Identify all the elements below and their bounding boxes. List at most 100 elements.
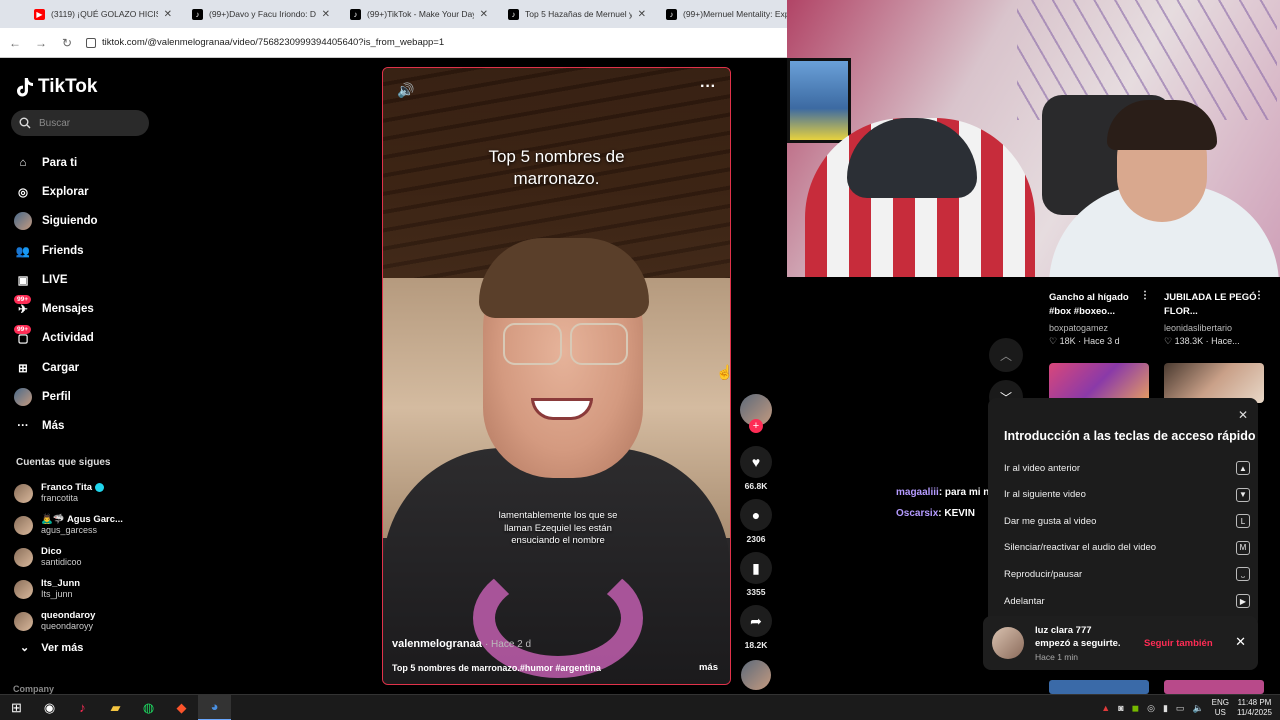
following-name: Franco Tita [41, 482, 93, 493]
sidebar-item-perfil[interactable]: Perfil [14, 382, 98, 411]
rec-card-2[interactable]: JUBILADA LE PEGÓ FLOR... leonidasliberta… [1164, 291, 1266, 347]
tab-close-icon[interactable]: ✕ [164, 9, 172, 20]
see-more-button[interactable]: ⌄ Ver más [20, 641, 83, 655]
search-placeholder: Buscar [39, 117, 71, 129]
heart-icon[interactable]: ♥ [740, 446, 772, 478]
video-username[interactable]: valenmelogranaa [392, 638, 482, 650]
following-name: queondaroy [41, 610, 96, 621]
tab-close-icon[interactable]: ✕ [480, 9, 488, 20]
browser-tab[interactable]: ♪ Top 5 Hazañas de Mernuel y Bo ✕ [498, 0, 656, 28]
search-icon [19, 117, 31, 129]
language-indicator[interactable]: ENG US [1212, 698, 1229, 718]
search-box[interactable]: Buscar [11, 110, 149, 136]
close-icon[interactable]: ✕ [1235, 634, 1246, 650]
rec-thumbnail[interactable] [1049, 680, 1149, 694]
back-icon[interactable]: ← [8, 36, 22, 50]
obs-icon[interactable]: ◉ [33, 695, 66, 720]
following-name-row: 🙇‍♂️🦈 Agus Garc... [41, 514, 123, 525]
youtube-icon: ▶ [34, 8, 45, 20]
comment-action[interactable]: ● 2306 [740, 499, 772, 544]
tab-close-icon[interactable]: ✕ [322, 9, 330, 20]
clock-time: 11:48 PM [1237, 698, 1272, 707]
home-icon: ⌂ [19, 156, 27, 169]
microphone-icon[interactable]: ▮ [1163, 703, 1168, 714]
music-disc-avatar[interactable] [741, 660, 771, 690]
sidebar-item-friends[interactable]: 👥 Friends [14, 236, 98, 265]
save-action[interactable]: ▮ 3355 [740, 552, 772, 597]
following-item[interactable]: Its_Junn Its_junn [14, 573, 123, 605]
tiktok-app-icon[interactable]: ♪ [66, 695, 99, 720]
follow-back-button[interactable]: Seguir también [1144, 638, 1213, 649]
tab-title: (99+)TikTok - Make Your Day [367, 9, 474, 19]
close-icon[interactable]: ✕ [1238, 408, 1248, 422]
nvidia-icon[interactable]: ◼ [1132, 703, 1139, 714]
video-author[interactable]: valenmelogranaa · Hace 2 d [392, 638, 531, 650]
tab-title: (99+)Davo y Facu Iriondo: Dive [209, 9, 316, 19]
sidebar-item-mensajes[interactable]: ✈ Mensajes 99+ [14, 294, 98, 323]
browser-tab[interactable]: ♪ (99+)TikTok - Make Your Day ✕ [340, 0, 498, 28]
network-icon[interactable]: ▭ [1176, 703, 1185, 714]
sidebar-item-explorar[interactable]: ◎ Explorar [14, 177, 98, 206]
tiktok-logo[interactable]: TikTok [16, 76, 97, 98]
spotify-icon[interactable]: ◍ [132, 695, 165, 720]
notification-avatar[interactable] [992, 627, 1024, 659]
stream-chat: magaaliii: para mi no Oscarsix: KEVIN [896, 484, 996, 522]
bookmark-icon[interactable]: ▮ [740, 552, 772, 584]
rec-thumbnail[interactable] [1164, 363, 1264, 403]
rec-thumbnail[interactable] [1164, 680, 1264, 694]
system-tray: ▲ ◙ ◼ ◎ ▮ ▭ 🔈 ENG US 11:48 PM 11/4/2025 [1101, 695, 1272, 720]
share-icon[interactable]: ➦ [740, 605, 772, 637]
file-explorer-icon[interactable]: ▰ [99, 695, 132, 720]
url-field[interactable]: tiktok.com/@valenmelogranaa/video/756823… [86, 37, 444, 48]
sidebar-item-para-ti[interactable]: ⌂ Para ti [14, 148, 98, 177]
discord-icon[interactable]: ◙ [1118, 703, 1123, 713]
volume-icon[interactable]: 🔊 [397, 82, 414, 99]
steam-icon[interactable]: ◎ [1147, 703, 1155, 714]
previous-video-button[interactable]: ︿ [989, 338, 1023, 372]
share-action[interactable]: ➦ 18.2K [740, 605, 772, 650]
video-actions: + ♥ 66.8K ● 2306 ▮ 3355 ➦ 18.2K [739, 394, 773, 690]
creator-avatar[interactable]: + [740, 394, 772, 433]
rec-more-icon[interactable]: ⋮ [1254, 290, 1264, 301]
video-player[interactable]: 🔊 ··· Top 5 nombres de marronazo. lament… [382, 67, 731, 685]
screen: ▶ (3119) ¡QUÉ GOLAZO HICISTE ✕ ♪ (99+)Davo y… [0, 0, 1280, 720]
like-action[interactable]: ♥ 66.8K [740, 446, 772, 491]
following-item[interactable]: Franco Tita francotita [14, 477, 123, 509]
tab-close-icon[interactable]: ✕ [638, 9, 646, 20]
sidebar-item-live[interactable]: ▣ LIVE [14, 265, 98, 294]
sidebar-item-cargar[interactable]: ⊞ Cargar [14, 353, 98, 382]
reload-icon[interactable]: ↻ [60, 36, 74, 50]
sidebar-item-m-s[interactable]: ··· Más [14, 412, 98, 441]
warning-icon[interactable]: ▲ [1101, 703, 1110, 713]
more-options-icon[interactable]: ··· [700, 78, 716, 96]
brave-icon[interactable]: ◆ [165, 695, 198, 720]
keyboard-shortcuts-panel: ✕ Introducción a las teclas de acceso rá… [988, 398, 1258, 628]
rec-more-icon[interactable]: ⋮ [1140, 290, 1150, 301]
forward-icon[interactable]: → [34, 36, 48, 50]
video-more-button[interactable]: más [699, 662, 718, 673]
tiktok-icon: ♪ [192, 8, 203, 20]
windows-start-icon[interactable]: ⊞ [0, 695, 33, 720]
site-info-icon[interactable] [86, 37, 96, 48]
video-glasses [503, 323, 628, 365]
volume-tray-icon[interactable]: 🔈 [1192, 703, 1203, 714]
save-count: 3355 [746, 587, 766, 597]
following-item[interactable]: queondaroy queondaroyy [14, 605, 123, 637]
browser-tab[interactable]: ♪ (99+)Davo y Facu Iriondo: Dive ✕ [182, 0, 340, 28]
sidebar-item-label: Siguiendo [42, 215, 98, 228]
follow-plus-icon[interactable]: + [749, 419, 763, 433]
clock[interactable]: 11:48 PM 11/4/2025 [1237, 698, 1272, 718]
rec-card-1[interactable]: Gancho al hígado #box #boxeo... boxpatog… [1049, 291, 1151, 347]
browser-tab[interactable]: ▶ (3119) ¡QUÉ GOLAZO HICISTE ✕ [24, 0, 182, 28]
sidebar-item-siguiendo[interactable]: Siguiendo [14, 207, 98, 236]
shortcut-row: Reproducir/pausar ⎵ [1004, 561, 1250, 587]
company-link[interactable]: Company [13, 684, 54, 694]
rec-likes: 138.3K [1174, 336, 1204, 346]
sidebar-item-actividad[interactable]: ▢ Actividad 99+ [14, 324, 98, 353]
following-item[interactable]: Dico santidicoo [14, 541, 123, 573]
rec-thumbnail[interactable] [1049, 363, 1149, 403]
following-header: Cuentas que sigues [16, 457, 111, 468]
comment-icon[interactable]: ● [740, 499, 772, 531]
following-item[interactable]: 🙇‍♂️🦈 Agus Garc... agus_garcess [14, 509, 123, 541]
chrome-icon[interactable]: ◕ [198, 694, 231, 720]
